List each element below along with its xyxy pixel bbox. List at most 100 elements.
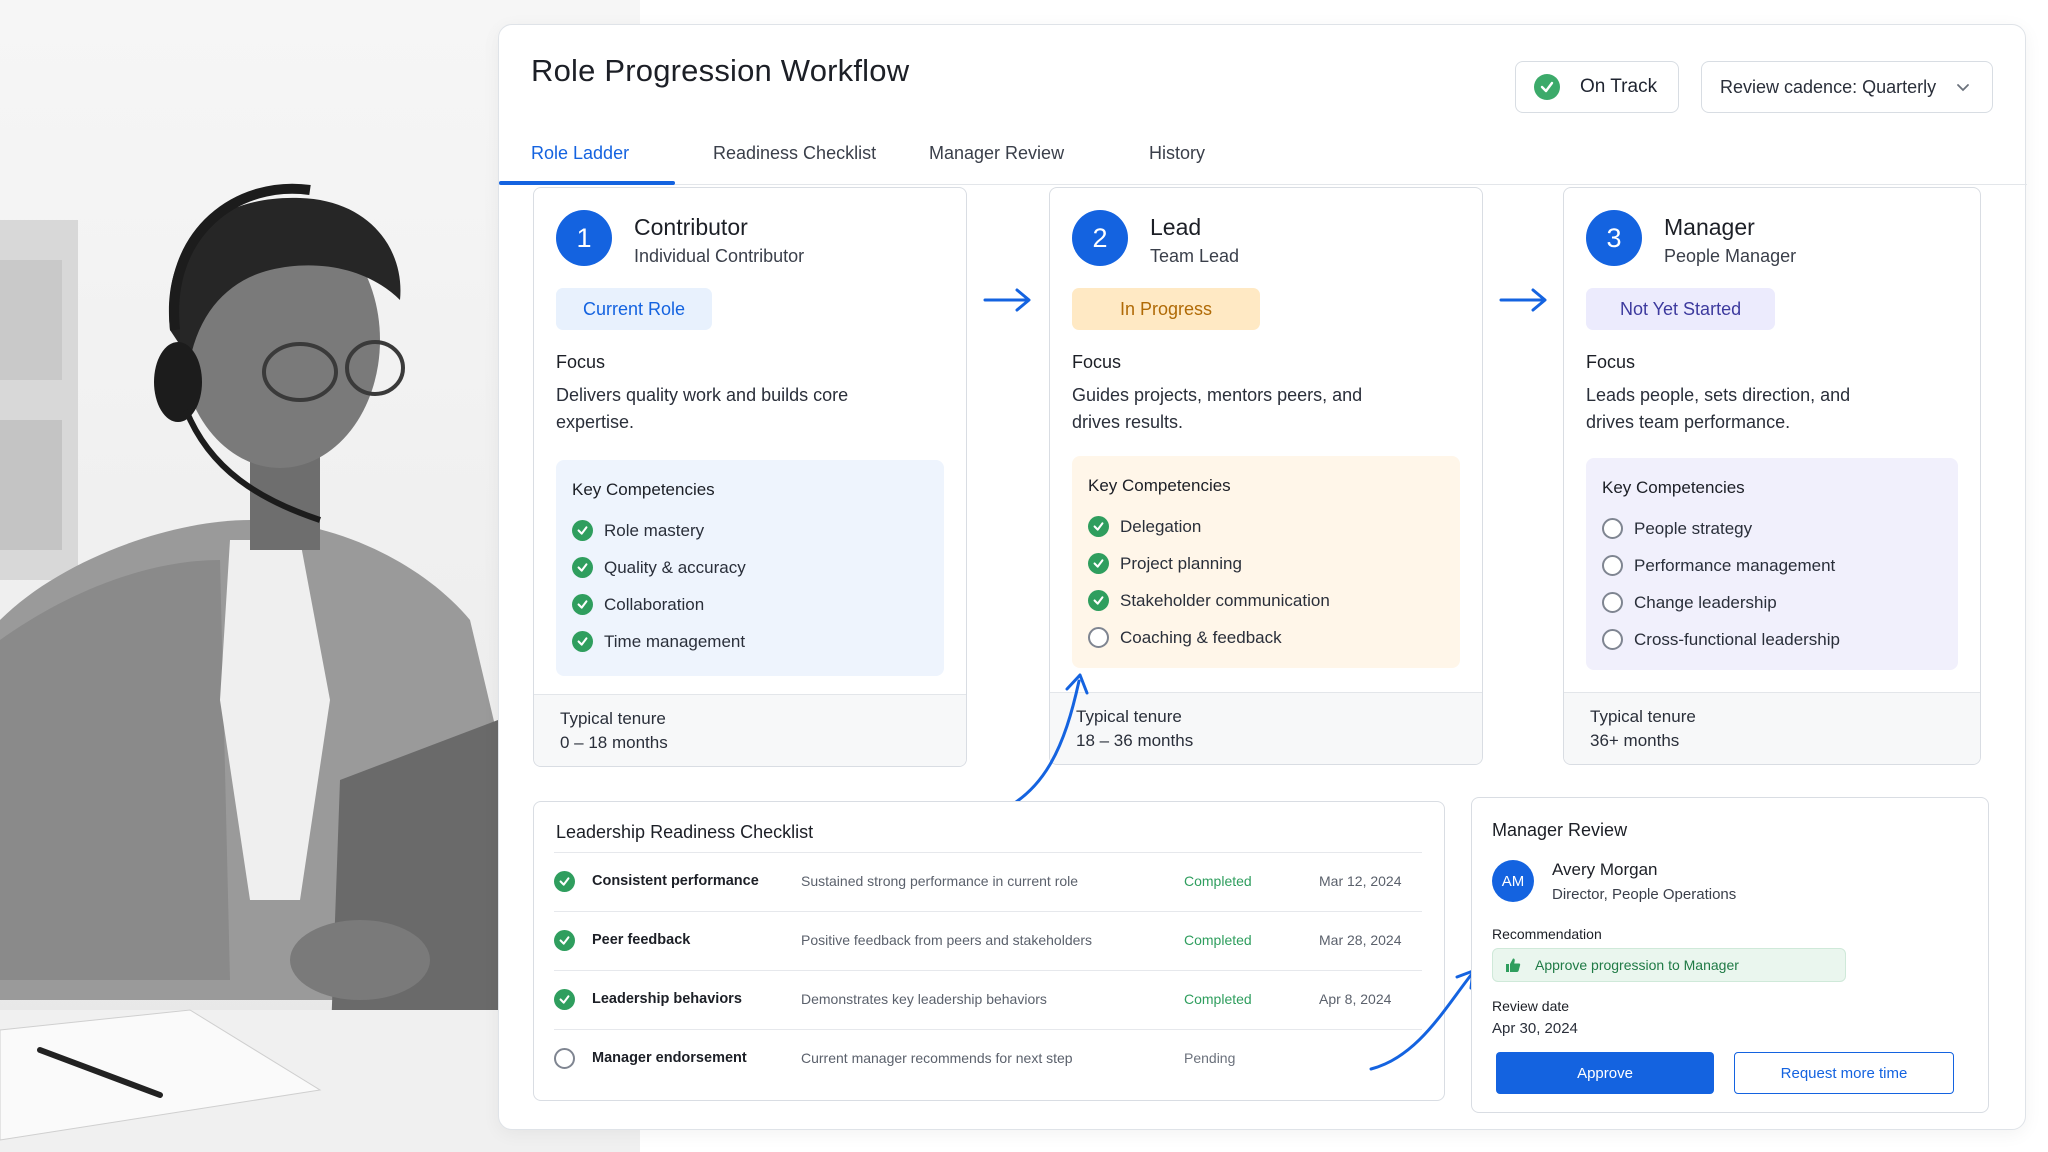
review-cadence-dropdown[interactable]: Review cadence: Quarterly xyxy=(1701,61,1993,113)
checklist-item-name: Manager endorsement xyxy=(592,1050,747,1066)
focus-heading: Focus xyxy=(556,352,606,372)
empty-circle-icon xyxy=(1602,629,1623,650)
review-date-label: Review date xyxy=(1492,998,1570,1014)
competency-label: Time management xyxy=(604,631,746,651)
competency-label: People strategy xyxy=(1634,518,1753,538)
empty-circle-icon xyxy=(1602,518,1623,539)
tenure-label: Typical tenure xyxy=(560,709,666,728)
checklist-item-name: Consistent performance xyxy=(592,873,759,889)
cadence-label: Review cadence: Quarterly xyxy=(1720,76,1937,97)
checklist-title: Leadership Readiness Checklist xyxy=(556,822,814,842)
reviewer-name: Avery Morgan xyxy=(1552,860,1658,879)
focus-text: Leads people, sets direction, and drives… xyxy=(1586,385,1851,432)
status-badge[interactable]: On Track xyxy=(1515,61,1679,113)
check-circle-icon xyxy=(1088,516,1109,537)
review-date-value: Apr 30, 2024 xyxy=(1492,1020,1578,1037)
role-card-contributor[interactable]: 1 Contributor Individual Contributor Cur… xyxy=(533,187,967,767)
tenure-value: 0 – 18 months xyxy=(560,733,668,752)
role-status-badge: Not Yet Started xyxy=(1586,288,1776,330)
review-title: Manager Review xyxy=(1492,820,1628,840)
competencies-box: Key Competencies Role mastery Quality & … xyxy=(556,460,944,676)
checklist-item-description: Current manager recommends for next step xyxy=(801,1050,1073,1066)
role-subtitle: Team Lead xyxy=(1150,246,1240,266)
role-name: Lead xyxy=(1150,214,1202,240)
empty-circle-icon xyxy=(554,1048,575,1069)
role-status-badge: In Progress xyxy=(1072,288,1261,330)
arrow-right-icon xyxy=(983,288,1031,312)
competency-item: People strategy xyxy=(1602,510,1942,547)
role-card-manager[interactable]: 3 Manager People Manager Not Yet Started… xyxy=(1563,187,1981,765)
tab-readiness-checklist[interactable]: Readiness Checklist xyxy=(713,143,876,164)
request-more-time-button[interactable]: Request more time xyxy=(1734,1052,1954,1094)
readiness-checklist: Leadership Readiness Checklist Consisten… xyxy=(533,801,1445,1101)
empty-circle-icon xyxy=(1602,555,1623,576)
focus-text: Guides projects, mentors peers, and driv… xyxy=(1072,385,1363,432)
recommendation-text: Approve progression to Manager xyxy=(1535,957,1739,973)
check-circle-icon xyxy=(554,989,575,1010)
role-card-lead[interactable]: 2 Lead Team Lead In Progress Focus Guide… xyxy=(1049,187,1483,765)
role-name: Contributor xyxy=(634,214,748,240)
competency-item: Project planning xyxy=(1088,545,1444,582)
table-row[interactable]: Manager endorsement Current manager reco… xyxy=(554,1029,1422,1088)
check-circle-icon xyxy=(554,930,575,951)
competency-label: Cross-functional leadership xyxy=(1634,629,1840,649)
checklist-item-description: Positive feedback from peers and stakeho… xyxy=(801,932,1093,948)
check-circle-icon xyxy=(1534,74,1560,100)
tenure-footer: Typical tenure 18 – 36 months xyxy=(1050,692,1482,764)
checklist-item-description: Sustained strong performance in current … xyxy=(801,873,1079,889)
check-circle-icon xyxy=(572,557,593,578)
checklist-item-status: Pending xyxy=(1184,1050,1236,1066)
check-circle-icon xyxy=(572,631,593,652)
thumbs-up-icon xyxy=(1506,958,1521,972)
table-row[interactable]: Consistent performance Sustained strong … xyxy=(554,852,1422,911)
focus-text: Delivers quality work and builds core ex… xyxy=(556,385,849,432)
competency-label: Collaboration xyxy=(604,594,705,614)
tab-role-ladder[interactable]: Role Ladder xyxy=(531,143,629,164)
competency-label: Coaching & feedback xyxy=(1120,627,1282,647)
competency-label: Stakeholder communication xyxy=(1120,590,1330,610)
active-tab-indicator xyxy=(499,181,675,185)
step-number: 2 xyxy=(1072,210,1128,266)
competency-item: Change leadership xyxy=(1602,584,1942,621)
competency-item: Stakeholder communication xyxy=(1088,582,1444,619)
status-label: On Track xyxy=(1580,76,1658,97)
checklist-item-name: Leadership behaviors xyxy=(592,991,742,1007)
checklist-item-date: Mar 12, 2024 xyxy=(1319,873,1402,889)
tab-history[interactable]: History xyxy=(1149,143,1205,164)
page-title: Role Progression Workflow xyxy=(531,53,910,88)
check-circle-icon xyxy=(1088,590,1109,611)
tenure-footer: Typical tenure 0 – 18 months xyxy=(534,694,966,766)
tenure-label: Typical tenure xyxy=(1076,707,1182,726)
workflow-panel: Role Progression Workflow On Track Revie… xyxy=(498,24,2027,1130)
role-name: Manager xyxy=(1664,214,1755,240)
reviewer-title: Director, People Operations xyxy=(1552,886,1737,903)
chevron-down-icon xyxy=(1957,84,1969,92)
table-row[interactable]: Leadership behaviors Demonstrates key le… xyxy=(554,970,1422,1029)
table-row[interactable]: Peer feedback Positive feedback from pee… xyxy=(554,911,1422,970)
curved-arrow-icon xyxy=(1369,969,1475,1071)
competency-item: Time management xyxy=(572,623,928,660)
arrow-right-icon xyxy=(1499,288,1547,312)
checklist-item-name: Peer feedback xyxy=(592,932,691,948)
competency-item: Role mastery xyxy=(572,512,928,549)
competency-item: Collaboration xyxy=(572,586,928,623)
tab-manager-review[interactable]: Manager Review xyxy=(929,143,1064,164)
competencies-heading: Key Competencies xyxy=(1602,478,1745,497)
recommendation-label: Recommendation xyxy=(1492,926,1602,942)
competency-label: Role mastery xyxy=(604,520,705,540)
empty-circle-icon xyxy=(1602,592,1623,613)
competency-item: Performance management xyxy=(1602,547,1942,584)
focus-heading: Focus xyxy=(1072,352,1122,372)
tenure-value: 18 – 36 months xyxy=(1076,731,1194,750)
step-number: 3 xyxy=(1586,210,1642,266)
approve-button[interactable]: Approve xyxy=(1496,1052,1714,1094)
check-circle-icon xyxy=(572,520,593,541)
competency-item: Delegation xyxy=(1088,508,1444,545)
avatar: AM xyxy=(1492,860,1534,902)
checklist-item-status: Completed xyxy=(1184,991,1252,1007)
check-circle-icon xyxy=(1088,553,1109,574)
focus-heading: Focus xyxy=(1586,352,1636,372)
competencies-box: Key Competencies Delegation Project plan… xyxy=(1072,456,1460,668)
check-circle-icon xyxy=(554,871,575,892)
manager-review-card: Manager Review AM Avery Morgan Director,… xyxy=(1471,797,1989,1113)
